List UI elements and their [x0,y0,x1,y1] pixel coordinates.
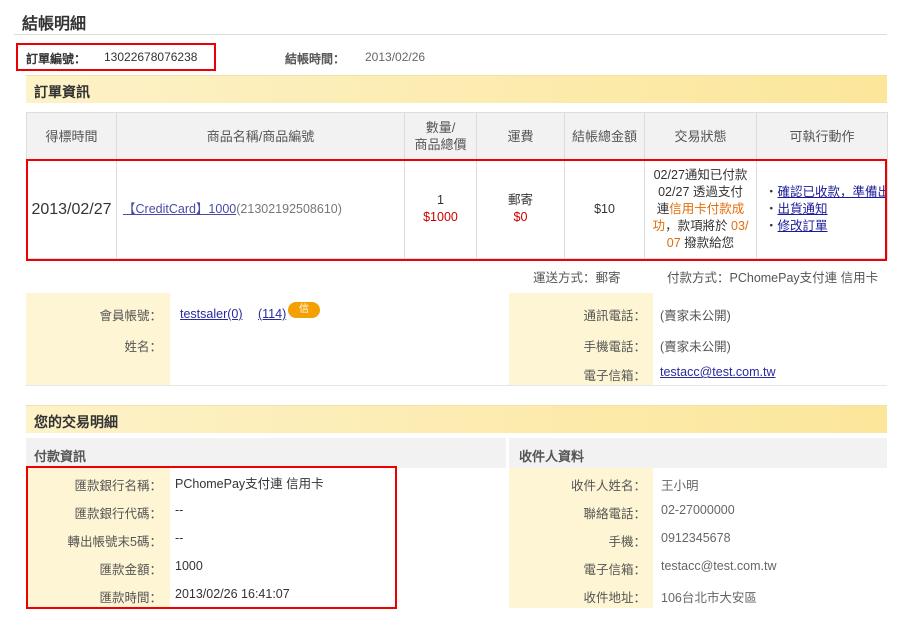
order-table-header: 得標時間 商品名稱/商品編號 數量/ 商品總價 運費 結帳總金額 交易狀態 可執… [26,112,888,160]
settle-time-value: 2013/02/26 [365,50,426,64]
section-trade-detail: 您的交易明細 [26,405,887,433]
credit-badge-icon[interactable]: 信 [288,302,320,318]
receiver-address-value: 106台北市大安區 [661,591,757,605]
receiver-name-value: 王小明 [661,479,699,493]
order-number-value: 13022678076238 [104,50,198,64]
section-order-info: 訂單資訊 [26,75,887,103]
order-row-highlight [26,159,887,261]
receiver-info-title: 收件人資料 [519,449,585,464]
section-trade-detail-title: 您的交易明細 [34,415,118,431]
header-actions: 可執行動作 [756,112,888,160]
contact-phone-value: 02-27000000 [661,503,735,517]
phone-label: 通訊電話： [583,309,646,323]
page-title: 結帳明細 [22,14,87,33]
receiver-mobile-label: 手機： [608,535,646,549]
receiver-name-label: 收件人姓名： [570,479,646,493]
header-bid-time: 得標時間 [26,112,117,160]
payment-method-summary: 付款方式：PChomePay支付連 信用卡 [667,271,879,285]
account-label: 會員帳號： [99,309,162,323]
header-shipping: 運費 [476,112,565,160]
receiver-mobile-value: 0912345678 [661,531,731,545]
phone-value: (賣家未公開) [660,309,731,323]
mobile-label: 手機電話： [583,340,646,354]
mobile-value: (賣家未公開) [660,340,731,354]
name-label: 姓名： [124,340,162,354]
payment-info-header: 付款資訊 [26,438,506,468]
receiver-address-label: 收件地址： [583,591,646,605]
header-total: 結帳總金額 [564,112,645,160]
header-qty-price: 數量/ 商品總價 [404,112,477,160]
payment-info-highlight [26,466,397,609]
email-link[interactable]: testacc@test.com.tw [660,365,776,379]
title-divider [14,34,887,35]
receiver-email-label: 電子信箱： [583,563,646,577]
rating-link[interactable]: (114) [258,307,286,321]
settle-time-label: 結帳時間： [285,52,346,66]
shipping-method-summary: 運送方式：郵寄 [533,271,621,285]
email-label: 電子信箱： [583,369,646,383]
receiver-email-value: testacc@test.com.tw [661,559,777,573]
header-product: 商品名稱/商品編號 [116,112,405,160]
header-status: 交易狀態 [644,112,757,160]
payment-info-title: 付款資訊 [34,449,87,464]
section-order-info-title: 訂單資訊 [34,85,90,101]
account-value[interactable]: testsaler(0) [180,307,243,321]
contact-phone-label: 聯絡電話： [583,507,646,521]
order-number-label: 訂單編號： [26,52,87,66]
receiver-info-header: 收件人資料 [509,438,887,468]
